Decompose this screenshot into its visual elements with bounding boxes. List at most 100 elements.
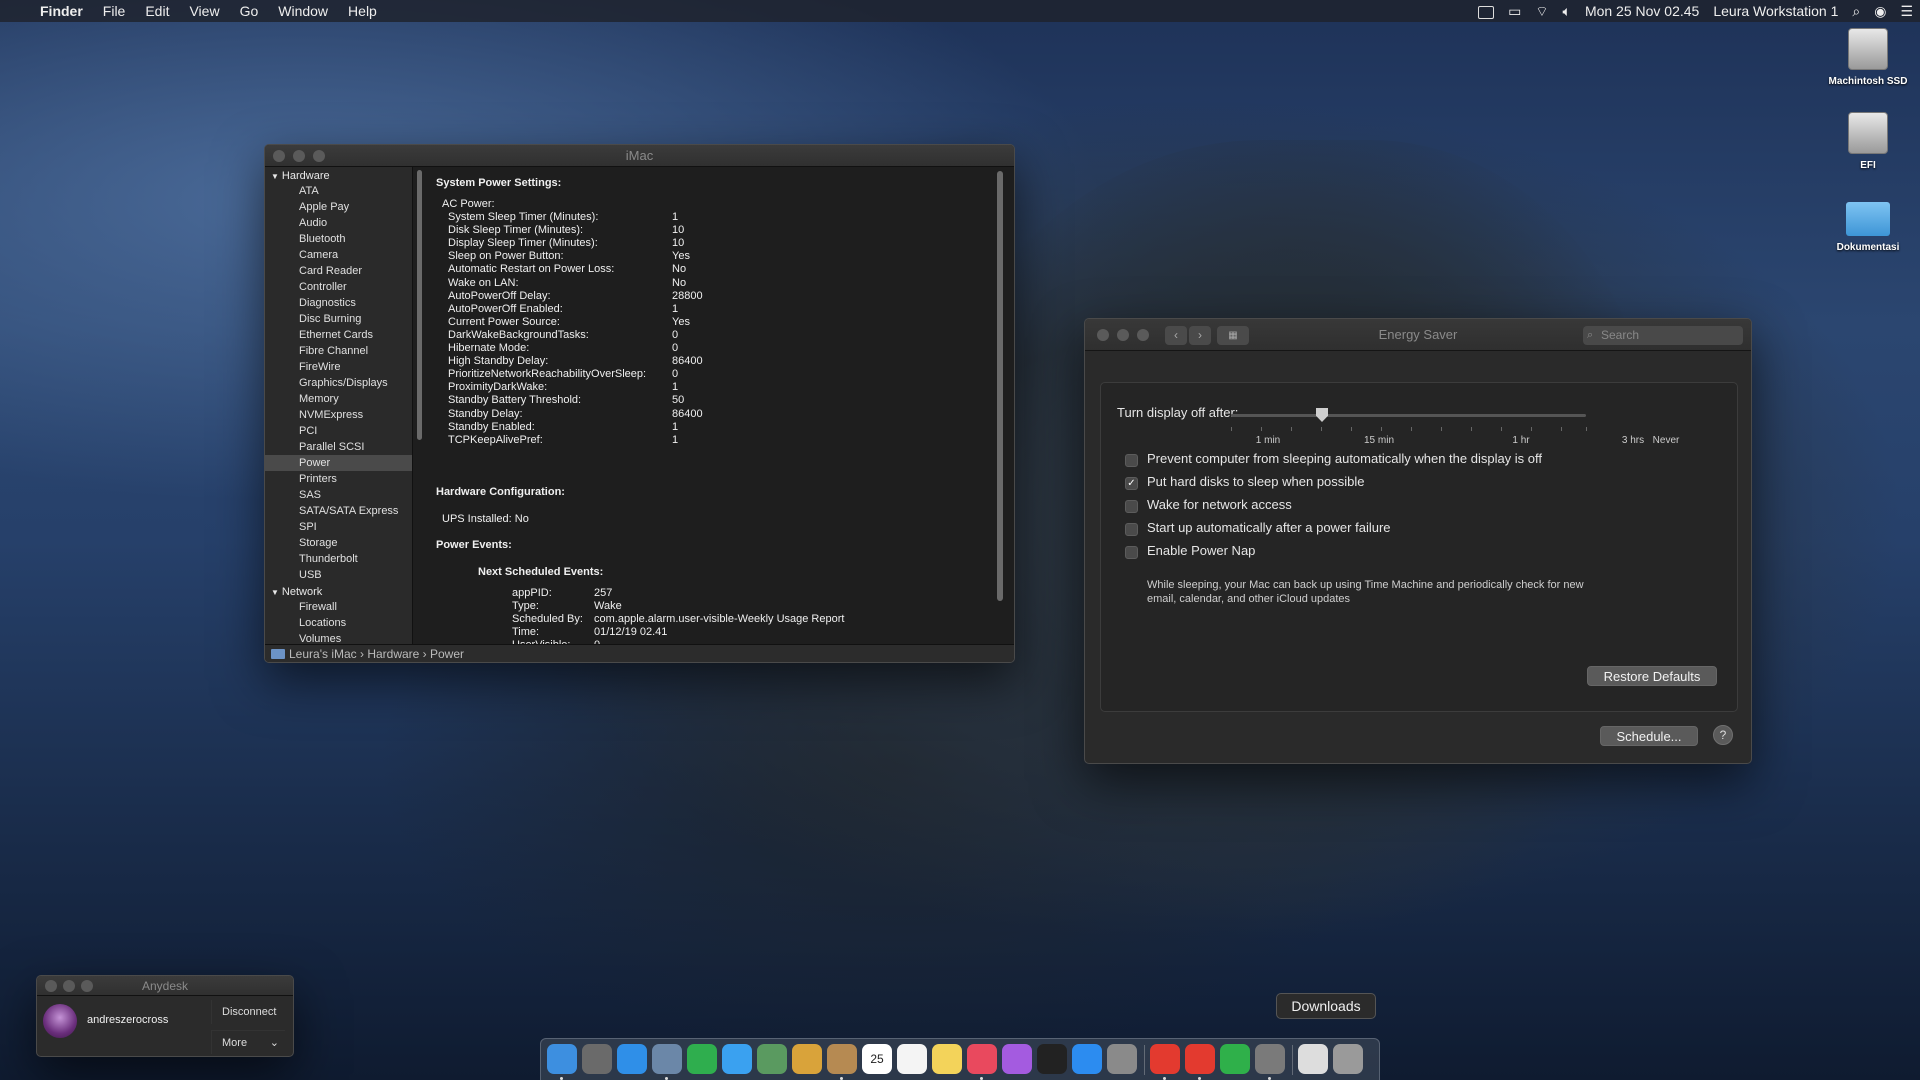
desktop-drive-efi[interactable]: EFI (1818, 112, 1918, 171)
sidebar-item-disc-burning[interactable]: Disc Burning (265, 311, 412, 327)
menu-window[interactable]: Window (268, 0, 338, 22)
user-menu[interactable]: Leura Workstation 1 (1706, 0, 1845, 22)
spotlight-icon[interactable]: ⌕ (1845, 0, 1867, 22)
checkbox-wake-for-network[interactable] (1125, 500, 1138, 513)
launchpad-icon[interactable] (582, 1044, 612, 1074)
menu-help[interactable]: Help (338, 0, 387, 22)
messages-icon[interactable] (722, 1044, 752, 1074)
sidebar-item-sata-sata-express[interactable]: SATA/SATA Express (265, 503, 412, 519)
airplay-icon[interactable]: ▭ (1501, 0, 1528, 22)
sidebar-item-diagnostics[interactable]: Diagnostics (265, 295, 412, 311)
activity-monitor-icon[interactable] (1471, 0, 1501, 22)
sidebar-item-bluetooth[interactable]: Bluetooth (265, 231, 412, 247)
checkbox-label[interactable]: Enable Power Nap (1147, 543, 1255, 558)
sidebar-item-camera[interactable]: Camera (265, 247, 412, 263)
disclosure-triangle-icon[interactable]: ▼ (271, 172, 279, 181)
sidebar-scrollbar[interactable] (417, 170, 422, 440)
sidebar-item-storage[interactable]: Storage (265, 535, 412, 551)
display-sleep-slider[interactable] (1231, 408, 1586, 422)
volume-icon[interactable]: 🔈︎ (1556, 0, 1578, 22)
notification-center-icon[interactable]: ☰ (1893, 0, 1920, 22)
desktop-drive-ssd[interactable]: Machintosh SSD (1818, 28, 1918, 87)
clock[interactable]: Mon 25 Nov 02.45 (1578, 0, 1706, 22)
trash-icon[interactable] (1333, 1044, 1363, 1074)
sidebar-group-network[interactable]: ▼ Network (265, 583, 412, 599)
window-titlebar[interactable]: iMac (265, 145, 1014, 167)
anydesk-alt-icon[interactable] (1185, 1044, 1215, 1074)
sidebar-item-memory[interactable]: Memory (265, 391, 412, 407)
schedule-button[interactable]: Schedule... (1600, 726, 1698, 746)
contacts-icon[interactable] (827, 1044, 857, 1074)
checkbox-put-hard-disks[interactable]: ✓ (1125, 477, 1138, 490)
checkbox-label[interactable]: Wake for network access (1147, 497, 1292, 512)
sidebar-item-usb[interactable]: USB (265, 567, 412, 583)
anydesk-icon[interactable] (1150, 1044, 1180, 1074)
menu-edit[interactable]: Edit (135, 0, 179, 22)
sidebar-item-apple-pay[interactable]: Apple Pay (265, 199, 412, 215)
detail-scrollbar[interactable] (997, 171, 1003, 601)
checkbox-enable-power-nap[interactable] (1125, 546, 1138, 559)
safari-icon[interactable] (617, 1044, 647, 1074)
sidebar-item-audio[interactable]: Audio (265, 215, 412, 231)
music-icon[interactable] (967, 1044, 997, 1074)
launcher-icon[interactable] (1255, 1044, 1285, 1074)
sidebar-item-printers[interactable]: Printers (265, 471, 412, 487)
sidebar-item-spi[interactable]: SPI (265, 519, 412, 535)
wifi-icon[interactable]: ⌔ (1528, 0, 1555, 22)
window-toolbar[interactable]: ‹ › ▦ Energy Saver ⌕ Search (1085, 319, 1751, 351)
notes-icon[interactable] (932, 1044, 962, 1074)
sidebar-item-nvmexpress[interactable]: NVMExpress (265, 407, 412, 423)
sidebar-item-pci[interactable]: PCI (265, 423, 412, 439)
sidebar-item-power[interactable]: Power (265, 455, 412, 471)
menu-app-name[interactable]: Finder (30, 0, 93, 22)
sidebar-group-hardware[interactable]: ▼ Hardware (265, 167, 412, 183)
checkbox-label[interactable]: Start up automatically after a power fai… (1147, 520, 1391, 535)
maps-icon[interactable] (757, 1044, 787, 1074)
more-button[interactable]: More ⌄ (211, 1030, 285, 1054)
document-icon[interactable] (1298, 1044, 1328, 1074)
sidebar-item-locations[interactable]: Locations (265, 615, 412, 631)
disclosure-triangle-icon[interactable]: ▼ (271, 588, 279, 597)
checkbox-label[interactable]: Put hard disks to sleep when possible (1147, 474, 1365, 489)
sidebar-item-controller[interactable]: Controller (265, 279, 412, 295)
slider-tick-label: Never (1652, 435, 1680, 446)
mail-icon[interactable] (652, 1044, 682, 1074)
desktop-folder-dokumentasi[interactable]: Dokumentasi (1818, 196, 1918, 253)
reminders-icon[interactable] (897, 1044, 927, 1074)
sidebar-item-ata[interactable]: ATA (265, 183, 412, 199)
sidebar-item-firewire[interactable]: FireWire (265, 359, 412, 375)
podcasts-icon[interactable] (1002, 1044, 1032, 1074)
ups-installed: UPS Installed: No (442, 513, 529, 525)
calendar-icon[interactable]: 25 (862, 1044, 892, 1074)
facetime-icon[interactable] (687, 1044, 717, 1074)
sidebar-item-card-reader[interactable]: Card Reader (265, 263, 412, 279)
sidebar-item-ethernet-cards[interactable]: Ethernet Cards (265, 327, 412, 343)
search-input[interactable]: ⌕ Search (1583, 326, 1743, 345)
activity-icon[interactable] (1220, 1044, 1250, 1074)
sidebar-item-fibre-channel[interactable]: Fibre Channel (265, 343, 412, 359)
finder-icon[interactable] (547, 1044, 577, 1074)
restore-defaults-button[interactable]: Restore Defaults (1587, 666, 1717, 686)
disconnect-button[interactable]: Disconnect (211, 1000, 285, 1024)
path-text[interactable]: Leura's iMac › Hardware › Power (289, 647, 464, 661)
menu-file[interactable]: File (93, 0, 136, 22)
power-setting-row: AutoPowerOff Enabled: 1 (426, 303, 853, 316)
siri-icon[interactable]: ◉ (1867, 0, 1893, 22)
menu-go[interactable]: Go (230, 0, 269, 22)
menu-view[interactable]: View (179, 0, 229, 22)
photos-icon[interactable] (792, 1044, 822, 1074)
help-button[interactable]: ? (1713, 725, 1733, 745)
sidebar-item-parallel-scsi[interactable]: Parallel SCSI (265, 439, 412, 455)
system-preferences-icon[interactable] (1107, 1044, 1137, 1074)
slider-thumb[interactable] (1316, 408, 1328, 422)
app-store-icon[interactable] (1072, 1044, 1102, 1074)
sidebar-item-firewall[interactable]: Firewall (265, 599, 412, 615)
tv-icon[interactable] (1037, 1044, 1067, 1074)
checkbox-label[interactable]: Prevent computer from sleeping automatic… (1147, 451, 1542, 466)
sidebar-item-graphics-displays[interactable]: Graphics/Displays (265, 375, 412, 391)
sidebar-item-thunderbolt[interactable]: Thunderbolt (265, 551, 412, 567)
checkbox-prevent-computer-from[interactable] (1125, 454, 1138, 467)
sidebar-item-sas[interactable]: SAS (265, 487, 412, 503)
window-titlebar[interactable]: Anydesk (37, 976, 293, 996)
checkbox-start-up-automatically[interactable] (1125, 523, 1138, 536)
